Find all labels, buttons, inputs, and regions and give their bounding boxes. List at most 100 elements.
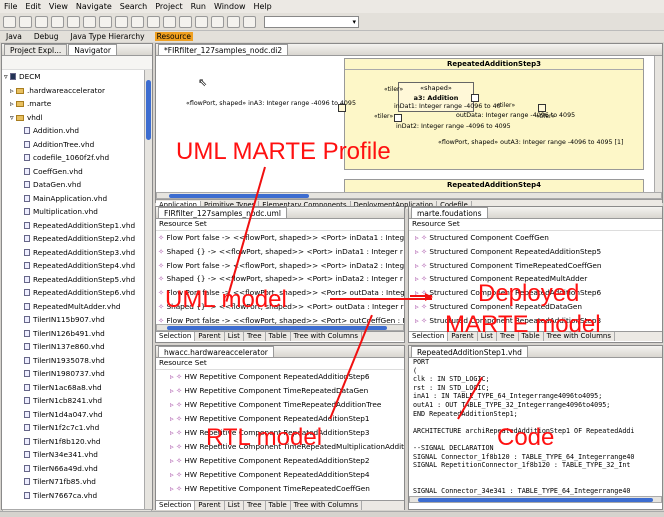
tree-root[interactable]: ▿ DECM — [2, 70, 144, 84]
tab-marte-file[interactable]: marte.foudations — [411, 207, 488, 218]
tab-parent[interactable]: Parent — [195, 332, 225, 341]
tab-selection[interactable]: Selection — [156, 501, 196, 510]
tab-tree-with-columns[interactable]: Tree with Columns — [291, 501, 362, 510]
file-item[interactable]: RepeatedAdditionStep6.vhd — [4, 286, 144, 300]
perspective-resource[interactable]: Resource — [154, 32, 194, 41]
menu-navigate[interactable]: Navigate — [76, 2, 112, 11]
file-item[interactable]: MainApplication.vhd — [4, 192, 144, 206]
file-item[interactable]: TilerIN137e860.vhd — [4, 340, 144, 354]
grid-icon[interactable] — [211, 15, 224, 28]
menu-view[interactable]: View — [49, 2, 68, 11]
tab-tree[interactable]: Tree — [244, 332, 266, 341]
file-item[interactable]: RepeatedAdditionStep5.vhd — [4, 273, 144, 287]
menu-run[interactable]: Run — [191, 2, 206, 11]
file-item[interactable]: TilerN1d4a047.vhd — [4, 408, 144, 422]
file-item[interactable]: TilerIN1980737.vhd — [4, 367, 144, 381]
uml-tree-row[interactable]: ✧ Flow Port false -> <<flowPort, shaped>… — [158, 231, 404, 245]
diagram-vscrollbar[interactable] — [654, 56, 662, 192]
tab-selection[interactable]: Selection — [409, 332, 449, 341]
menu-window[interactable]: Window — [214, 2, 246, 11]
marte-tree-row[interactable]: ▹ ✧ Structured Component RepeatedAdditio… — [415, 245, 662, 259]
file-item[interactable]: TilerN1cb8241.vhd — [4, 394, 144, 408]
file-item[interactable]: TilerN1f8b120.vhd — [4, 435, 144, 449]
file-item[interactable]: TilerN7667ca.vhd — [4, 489, 144, 503]
run-icon[interactable] — [67, 15, 80, 28]
marte-tree-row[interactable]: ▹ ✧ Structured Component TimeRepeatedCoe… — [415, 259, 662, 273]
navigator-vscrollbar[interactable] — [144, 70, 152, 509]
debug-icon[interactable] — [51, 15, 64, 28]
align-icon[interactable] — [227, 15, 240, 28]
tab-list[interactable]: List — [225, 501, 244, 510]
back-icon[interactable] — [179, 15, 192, 28]
tab-navigator[interactable]: Navigator — [68, 44, 117, 55]
file-item[interactable]: TilerN34e341.vhd — [4, 448, 144, 462]
file-item[interactable]: TilerN66a49d.vhd — [4, 462, 144, 476]
file-item[interactable]: DataGen.vhd — [4, 178, 144, 192]
file-item[interactable]: Addition.vhd — [4, 124, 144, 138]
hw-tree-row[interactable]: ▹ ✧ HW Repetitive Component RepeatedAddi… — [170, 370, 404, 384]
diagram-canvas[interactable]: RepeatedAdditionStep3 «shaped» a3: Addit… — [156, 56, 662, 192]
file-item[interactable]: codefile_1060f2f.vhd — [4, 151, 144, 165]
tree-folder[interactable]: ▿ vhdl — [2, 111, 144, 125]
forward-icon[interactable] — [195, 15, 208, 28]
perspective-java[interactable]: Java — [4, 32, 24, 41]
file-item[interactable]: RepeatedMultAdder.vhd — [4, 300, 144, 314]
tab-tree[interactable]: Tree — [244, 501, 266, 510]
component-box-step4[interactable]: RepeatedAdditionStep4 — [344, 179, 644, 192]
marte-tree-row[interactable]: ▹ ✧ Structured Component CoeffGen — [415, 231, 662, 245]
menu-edit[interactable]: Edit — [25, 2, 41, 11]
tab-project-explorer[interactable]: Project Expl... — [4, 44, 68, 55]
code-hscrollbar[interactable] — [409, 496, 662, 503]
menu-project[interactable]: Project — [155, 2, 182, 11]
tree-folder[interactable]: ▹ .hardwareaccelerator — [2, 84, 144, 98]
search-icon[interactable] — [163, 15, 176, 28]
port-outA3[interactable] — [538, 104, 546, 112]
file-item[interactable]: RepeatedAdditionStep3.vhd — [4, 246, 144, 260]
port-outdata[interactable] — [471, 94, 479, 102]
menu-search[interactable]: Search — [120, 2, 147, 11]
file-item[interactable]: AdditionTree.vhd — [4, 138, 144, 152]
hw-tree-row[interactable]: ▹ ✧ HW Repetitive Component RepeatedAddi… — [170, 454, 404, 468]
diagram-hscrollbar[interactable] — [156, 192, 662, 199]
uml-tree-row[interactable]: ✧ Shaped {} -> <<flowPort, shaped>> <Por… — [158, 272, 404, 286]
hw-tree-row[interactable]: ▹ ✧ HW Repetitive Component TimeRepeated… — [170, 384, 404, 398]
file-item[interactable]: CoeffGen.vhd — [4, 165, 144, 179]
new-icon[interactable] — [3, 15, 16, 28]
toolbar-combo[interactable]: ▾ — [264, 15, 359, 28]
menu-file[interactable]: File — [4, 2, 17, 11]
uml-tree-row[interactable]: ✧ Flow Port false -> <<flowPort, shaped>… — [158, 259, 404, 273]
tab-parent[interactable]: Parent — [195, 501, 225, 510]
tab-diagram-file[interactable]: *FIRfilter_127samples_nodc.di2 — [158, 44, 289, 55]
new-java-project-icon[interactable] — [99, 15, 112, 28]
file-item[interactable]: RepeatedAdditionStep2.vhd — [4, 232, 144, 246]
new-package-icon[interactable] — [115, 15, 128, 28]
layout-icon[interactable] — [243, 15, 256, 28]
file-item[interactable]: RepeatedAdditionStep4.vhd — [4, 259, 144, 273]
tab-list[interactable]: List — [225, 332, 244, 341]
tab-table[interactable]: Table — [266, 501, 291, 510]
file-item[interactable]: TilerN1ac68a8.vhd — [4, 381, 144, 395]
perspective-debug[interactable]: Debug — [32, 32, 61, 41]
port-inA3[interactable] — [338, 104, 346, 112]
port-indat[interactable] — [394, 114, 402, 122]
tab-vhd-file[interactable]: RepeatedAdditionStep1.vhd — [411, 346, 528, 357]
hw-tree-row[interactable]: ▹ ✧ HW Repetitive Component TimeRepeated… — [170, 398, 404, 412]
file-item[interactable]: TilerN1f2c7c1.vhd — [4, 421, 144, 435]
new-class-icon[interactable] — [131, 15, 144, 28]
tree-folder[interactable]: ▹ .marte — [2, 97, 144, 111]
menu-help[interactable]: Help — [254, 2, 272, 11]
print-icon[interactable] — [35, 15, 48, 28]
perspective-java-type-hierarchy[interactable]: Java Type Hierarchy — [69, 32, 147, 41]
file-item[interactable]: RepeatedAdditionStep1.vhd — [4, 219, 144, 233]
file-item[interactable]: Multiplication.vhd — [4, 205, 144, 219]
file-item[interactable]: TilerIN126b491.vhd — [4, 327, 144, 341]
file-item[interactable]: TilerN71fb85.vhd — [4, 475, 144, 489]
hw-tree-row[interactable]: ▹ ✧ HW Repetitive Component RepeatedAddi… — [170, 468, 404, 482]
tab-hw-file[interactable]: hwacc.hardwareaccelerator — [158, 346, 274, 357]
file-item[interactable]: TilerIN115b907.vhd — [4, 313, 144, 327]
file-item[interactable]: TilerIN1935078.vhd — [4, 354, 144, 368]
tab-tree-with-columns[interactable]: Tree with Columns — [291, 332, 362, 341]
external-tools-icon[interactable] — [83, 15, 96, 28]
tab-selection[interactable]: Selection — [156, 332, 196, 341]
hw-tree-row[interactable]: ▹ ✧ HW Repetitive Component TimeRepeated… — [170, 482, 404, 496]
